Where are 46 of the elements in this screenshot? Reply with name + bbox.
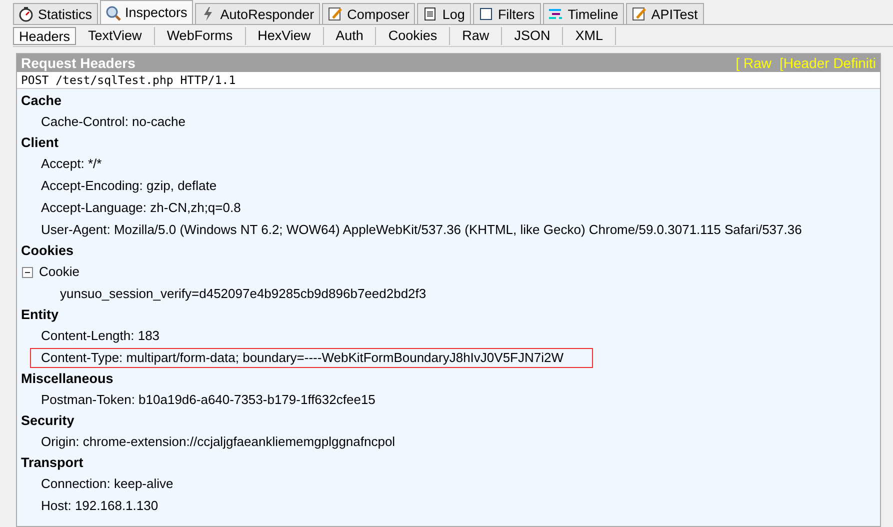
header-entry: Content-Length: 183 — [40, 327, 161, 345]
magnifier-icon — [105, 4, 122, 20]
main-tab[interactable]: Inspectors — [100, 0, 194, 24]
header-entry: Accept: */* — [40, 155, 103, 173]
timeline-icon — [548, 6, 564, 22]
sub-tab[interactable]: Auth — [324, 26, 376, 44]
group-heading: Security — [21, 412, 76, 430]
header-entry: Connection: keep-alive — [40, 475, 174, 493]
panel-title: Request Headers — [21, 55, 136, 71]
sub-tab[interactable]: JSON — [502, 26, 564, 44]
main-tab[interactable]: Composer — [322, 3, 416, 24]
main-tab[interactable]: Statistics — [13, 3, 98, 24]
tree-node-label[interactable]: Cookie — [39, 263, 80, 281]
sub-tab[interactable]: TextView — [76, 26, 155, 44]
group-heading: Cookies — [21, 242, 75, 260]
main-tab[interactable]: AutoResponder — [195, 3, 320, 24]
group-heading: Client — [21, 134, 60, 152]
main-tab[interactable]: Filters — [472, 3, 541, 24]
header-entry: yunsuo_session_verify=d452097e4b9285cb9d896b7eed2bd2f3 — [59, 285, 428, 303]
header-entry: Postman-Token: b10a19d6-a640-7353-b179-1ff632cfee15 — [40, 391, 376, 409]
header-entry: Accept-Encoding: gzip, deflate — [40, 177, 218, 195]
sub-tab[interactable]: Cookies — [376, 26, 450, 44]
list-icon — [422, 6, 438, 22]
stopwatch-icon — [18, 6, 34, 22]
sub-tab[interactable]: WebForms — [154, 26, 246, 44]
header-entry: Content-Type: multipart/form-data; boundary=----WebKitFormBoundaryJ8hIvJ0V5FJN7i2W — [30, 348, 592, 368]
sub-tab[interactable]: XML — [563, 26, 616, 44]
pencil-note-icon — [631, 6, 648, 22]
group-heading: Transport — [21, 454, 84, 472]
sub-tab[interactable]: Raw — [450, 26, 502, 44]
header-entry: Accept-Language: zh-CN,zh;q=0.8 — [40, 199, 242, 217]
header-entry: Host: 192.168.1.130 — [40, 497, 160, 515]
sub-tab[interactable]: Headers — [13, 26, 76, 44]
main-tab[interactable]: Timeline — [542, 3, 624, 24]
main-tab[interactable]: Log — [417, 3, 471, 24]
header-entry: Origin: chrome-extension://ccjaljgfaeankliememgplggnafncpol — [40, 433, 396, 451]
group-heading: Entity — [21, 306, 60, 324]
main-tab[interactable]: APITest — [626, 3, 704, 24]
header-entry: Cache-Control: no-cache — [40, 113, 187, 131]
header-entry: User-Agent: Mozilla/5.0 (Windows NT 6.2; WOW64) AppleWebKit/537.36 (KHTML, like Gecko) Chrome/59.0.3071.115 Safari/537.36 — [40, 221, 803, 239]
group-heading: Cache — [21, 92, 63, 110]
sub-tab[interactable]: HexView — [246, 26, 324, 44]
collapse-icon[interactable] — [22, 266, 33, 278]
group-heading: Miscellaneous — [21, 370, 114, 388]
checkbox-icon — [478, 6, 494, 22]
pencil-note-icon — [327, 6, 344, 22]
